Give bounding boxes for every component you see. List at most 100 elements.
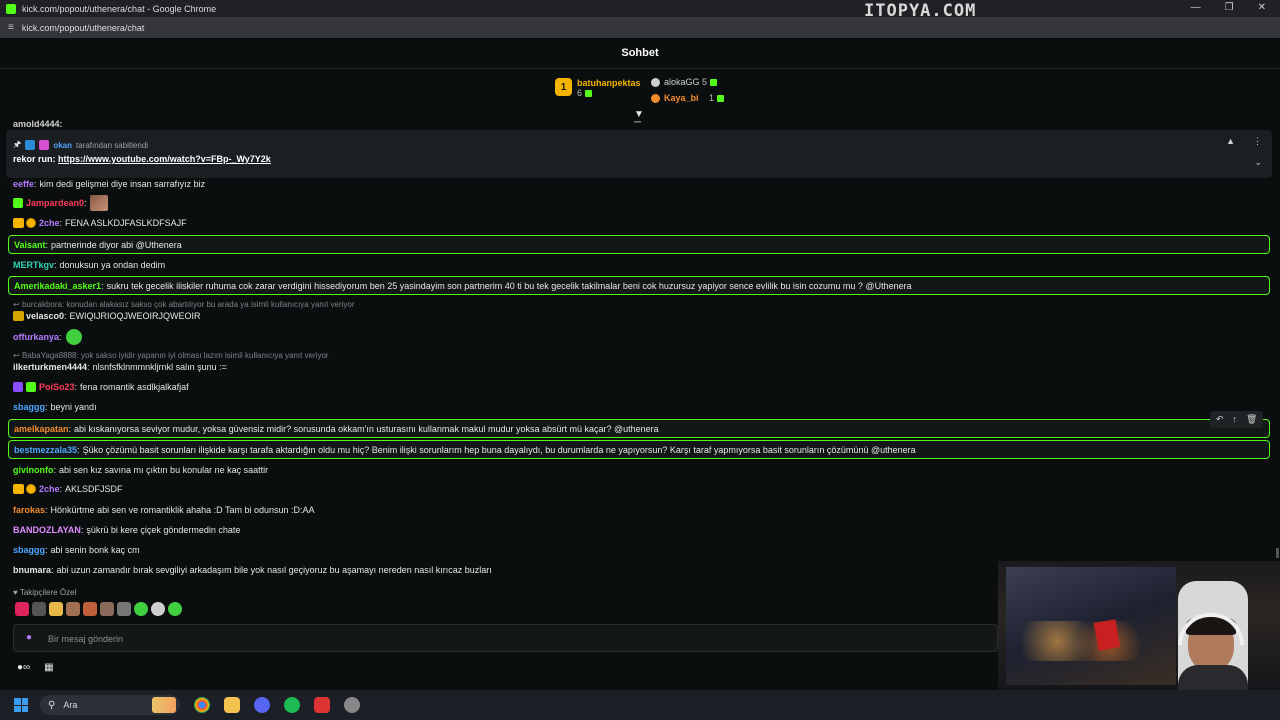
- more-icon[interactable]: ⋮: [1253, 136, 1262, 147]
- username[interactable]: Vaisant: [14, 240, 46, 250]
- emote-icon[interactable]: [49, 602, 63, 616]
- reply-context: ↩ BabaYaga8888: yok sakso iyidir yapanın…: [13, 351, 329, 360]
- chat-message[interactable]: ilkerturkmen4444: nlsnfsfklnmmnkljrnkl sa…: [13, 362, 227, 372]
- pinned-actions: ▲ ⋮: [1226, 136, 1262, 147]
- restore-icon[interactable]: ❐: [1225, 2, 1234, 13]
- chat-title: Sohbet: [621, 47, 659, 59]
- username[interactable]: 2che: [39, 218, 60, 228]
- emote-menu-icon[interactable]: ●∞: [17, 662, 30, 673]
- pinned-link[interactable]: https://www.youtube.com/watch?v=FBp-_Wy7…: [58, 154, 271, 164]
- spotify-icon[interactable]: [284, 697, 300, 713]
- collapse-leaderboard-icon[interactable]: ▼ ─: [634, 110, 644, 128]
- crown-badge-icon: [13, 218, 24, 228]
- emote-icon[interactable]: [168, 602, 182, 616]
- minimize-icon[interactable]: —: [1191, 2, 1201, 13]
- site-info-icon[interactable]: ≡: [8, 22, 14, 33]
- chat-message[interactable]: 2che: FENA ASLKDJFASLKDFSAJF: [13, 218, 187, 228]
- window-controls: — ❐ ✕: [1191, 2, 1266, 13]
- follower-only-label: ♥ Takipçilere Özel: [13, 588, 77, 597]
- microphone-icon[interactable]: ●: [26, 632, 32, 643]
- message-text: şükrü bi kere çiçek göndermedin chate: [86, 525, 241, 535]
- chevron-down-icon[interactable]: ⌄: [1254, 157, 1262, 168]
- store-icon[interactable]: ▦: [44, 662, 53, 673]
- windows-taskbar: ⚲ Ara: [0, 690, 1280, 720]
- emote-icon[interactable]: [117, 602, 131, 616]
- reply-icon[interactable]: ↶: [1216, 414, 1224, 425]
- username[interactable]: ilkerturkmen4444: [13, 362, 87, 372]
- rank-badge: 1: [555, 78, 572, 96]
- leaderboard-second[interactable]: alokaGG 5: [651, 77, 718, 88]
- chat-message[interactable]: givinonfo: abi sen kız savına mı çıktın b…: [13, 465, 268, 475]
- emote-icon[interactable]: [151, 602, 165, 616]
- chat-message[interactable]: bestmezzala35: Şüko çözümü basit sorunlar…: [14, 445, 916, 455]
- windows-start-icon[interactable]: [14, 698, 28, 712]
- pin-message-icon[interactable]: ↑: [1233, 414, 1238, 425]
- chat-message[interactable]: PoiSo23: fena romantik asdlkjalkafjaf: [13, 382, 189, 392]
- emote-icon[interactable]: [100, 602, 114, 616]
- leaderboard-third[interactable]: Kaya_bi 1: [651, 93, 725, 104]
- chat-message[interactable]: Jampardean0:: [13, 195, 108, 211]
- pinned-author[interactable]: okan: [53, 141, 72, 150]
- chat-message[interactable]: 2che: AKLSDFJSDF: [13, 484, 123, 494]
- username[interactable]: Amerikadaki_asker1: [14, 281, 101, 291]
- username[interactable]: MERTkgv: [13, 260, 54, 270]
- taskbar-search[interactable]: ⚲ Ara: [40, 695, 180, 715]
- chat-message[interactable]: velasco0: EWIQIJRIOQJWEOIRJQWEOIR: [13, 311, 201, 321]
- message-text: nlsnfsfklnmmnkljrnkl salın şunu :=: [92, 362, 227, 372]
- chat-message[interactable]: farokas: Hönkürtme abi sen ve romantiklik…: [13, 505, 315, 515]
- username[interactable]: velasco0: [26, 311, 64, 321]
- username[interactable]: eeffe: [13, 179, 34, 189]
- chat-message[interactable]: amelkapatan: abi kıskanıyorsa seviyor mud…: [14, 424, 659, 434]
- emote-icon[interactable]: [15, 602, 29, 616]
- scrollbar[interactable]: [1276, 548, 1279, 558]
- username[interactable]: bnumara: [13, 565, 51, 575]
- chat-message[interactable]: sbaggg: abi senin bonk kaç cm: [13, 545, 140, 555]
- chat-message[interactable]: MERTkgv: donuksun ya ondan dedim: [13, 260, 165, 270]
- chat-message[interactable]: BANDOZLAYAN: şükrü bi kere çiçek gönderme…: [13, 525, 240, 535]
- emote-icon[interactable]: [134, 602, 148, 616]
- discord-icon[interactable]: [254, 697, 270, 713]
- emote-icon[interactable]: [83, 602, 97, 616]
- pinned-prefix: rekor run:: [13, 154, 56, 164]
- chrome-icon[interactable]: [194, 697, 210, 713]
- close-icon[interactable]: ✕: [1258, 2, 1266, 13]
- username[interactable]: Jampardean0: [26, 198, 84, 208]
- username[interactable]: bestmezzala35: [14, 445, 77, 455]
- chat-message[interactable]: offurkanya:: [13, 329, 82, 345]
- chat-message[interactable]: Vaisant: partnerinde diyor abi @Uthenera: [14, 240, 182, 250]
- app-icon[interactable]: [314, 697, 330, 713]
- chat-tools: ●∞ ▦: [17, 662, 54, 673]
- url-text[interactable]: kick.com/popout/uthenera/chat: [22, 23, 145, 33]
- username[interactable]: BANDOZLAYAN: [13, 525, 81, 535]
- emote-icon: [65, 329, 82, 345]
- emote-icon[interactable]: [66, 602, 80, 616]
- username[interactable]: sbaggg: [13, 545, 45, 555]
- unpin-icon[interactable]: ▲: [1226, 136, 1235, 147]
- username[interactable]: givinonfo: [13, 465, 54, 475]
- message-text: FENA ASLKDJFASLKDFSAJF: [65, 218, 187, 228]
- message-text: Şüko çözümü basit sorunları ilişkide kar…: [82, 445, 916, 455]
- delete-icon[interactable]: 🗑: [1246, 414, 1257, 425]
- username[interactable]: amelkapatan: [14, 424, 69, 434]
- message-text: abi kıskanıyorsa seviyor mudur, yoksa gü…: [74, 424, 659, 434]
- leaderboard-first[interactable]: 1 batuhanpektas 6: [555, 78, 641, 98]
- chat-message[interactable]: Amerikadaki_asker1: sukru tek gecelik ili…: [14, 281, 912, 291]
- reply-text: burcakbora: konudan alakasız sakso çok a…: [21, 300, 355, 309]
- username[interactable]: PoiSo23: [39, 382, 75, 392]
- username[interactable]: offurkanya: [13, 332, 59, 342]
- taskbar-apps: [194, 697, 360, 713]
- username[interactable]: 2che: [39, 484, 60, 494]
- username[interactable]: farokas: [13, 505, 45, 515]
- obs-icon[interactable]: [344, 697, 360, 713]
- chat-header: Sohbet: [0, 38, 1280, 69]
- emote-icon[interactable]: [32, 602, 46, 616]
- username[interactable]: sbaggg: [13, 402, 45, 412]
- mod-badge-icon: [25, 140, 36, 150]
- file-explorer-icon[interactable]: [224, 697, 240, 713]
- webcam-flag: [1093, 619, 1121, 651]
- chat-message[interactable]: eeffe: kim dedi gelişmei diye insan sarra…: [13, 179, 205, 189]
- chat-message[interactable]: bnumara: abi uzun zamandır bırak sevgiliy…: [13, 565, 492, 575]
- chat-message[interactable]: sbaggg: beyni yandı: [13, 402, 97, 412]
- message-input[interactable]: [46, 630, 950, 648]
- silver-badge-icon: [651, 78, 660, 88]
